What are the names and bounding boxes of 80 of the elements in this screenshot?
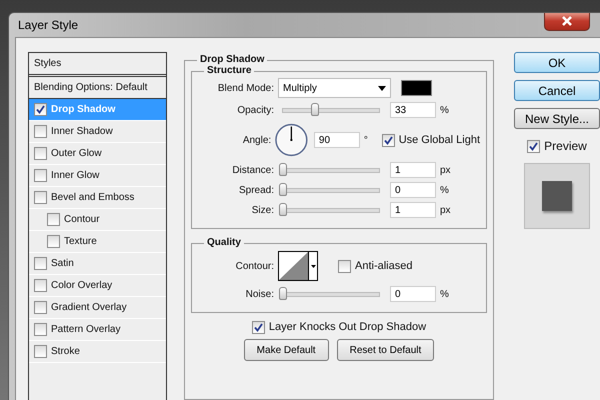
slider-thumb[interactable] xyxy=(310,103,319,116)
checkbox[interactable] xyxy=(34,147,47,160)
blend-mode-select[interactable]: Multiply xyxy=(278,78,391,98)
value-field[interactable]: 1 xyxy=(390,162,436,178)
style-item[interactable]: Pattern Overlay xyxy=(29,319,166,341)
value-field[interactable]: 0 xyxy=(390,182,436,198)
checkbox[interactable] xyxy=(382,134,395,146)
close-icon xyxy=(561,16,573,26)
field-label: Opacity: xyxy=(236,104,274,116)
angle-dial[interactable] xyxy=(275,123,308,157)
style-item[interactable]: Bevel and Emboss xyxy=(29,187,166,209)
checkbox[interactable] xyxy=(34,169,47,182)
unit-label: % xyxy=(440,184,449,196)
checkbox[interactable] xyxy=(34,103,47,116)
slider-thumb[interactable] xyxy=(279,183,287,196)
group-title: Quality xyxy=(204,237,244,248)
dialog-button[interactable]: Cancel xyxy=(514,80,600,101)
section-title: Drop Shadow xyxy=(197,54,268,65)
checkbox[interactable] xyxy=(34,301,47,314)
unit-label: % xyxy=(440,104,449,116)
value-field[interactable]: 33 xyxy=(390,102,436,118)
style-item[interactable]: Gradient Overlay xyxy=(29,297,166,319)
checkbox[interactable] xyxy=(34,279,47,292)
style-item[interactable]: Texture xyxy=(29,231,166,253)
styles-header: Styles xyxy=(34,58,62,69)
checkbox[interactable] xyxy=(34,257,47,270)
style-item[interactable]: Color Overlay xyxy=(29,275,166,297)
field-label: Blend Mode: xyxy=(216,82,274,94)
slider-track[interactable] xyxy=(279,183,383,197)
slider-track[interactable] xyxy=(279,163,383,177)
slider-track[interactable] xyxy=(279,287,383,301)
checkbox[interactable] xyxy=(47,235,60,248)
value-field[interactable]: 1 xyxy=(390,202,436,218)
unit-label: ° xyxy=(364,134,368,146)
slider-track[interactable] xyxy=(279,203,383,217)
value-field[interactable]: 0 xyxy=(390,286,436,302)
style-item[interactable]: Contour xyxy=(29,209,166,231)
slider-thumb[interactable] xyxy=(279,287,287,300)
field-label: Noise: xyxy=(244,288,274,300)
preview-square xyxy=(542,181,572,211)
group-title: Structure xyxy=(204,65,254,76)
dialog-button[interactable]: New Style... xyxy=(514,108,600,129)
style-item[interactable]: Stroke xyxy=(29,341,166,363)
value-field[interactable]: 90 xyxy=(314,132,360,148)
checkbox[interactable] xyxy=(34,191,47,204)
slider-thumb[interactable] xyxy=(279,203,287,216)
slider-thumb[interactable] xyxy=(279,163,287,176)
field-label: Spread: xyxy=(238,184,274,196)
style-item[interactable]: Outer Glow xyxy=(29,143,166,165)
checkbox[interactable] xyxy=(47,213,60,226)
checkbox-label: Use Global Light xyxy=(398,134,480,146)
checkbox-label: Preview xyxy=(544,139,587,153)
color-swatch[interactable] xyxy=(401,80,432,96)
field-label: Distance: xyxy=(231,164,274,176)
checkbox[interactable] xyxy=(338,260,351,272)
dialog-button[interactable]: Reset to Default xyxy=(336,339,434,361)
field-label: Angle: xyxy=(242,134,272,146)
style-item[interactable]: Satin xyxy=(29,253,166,275)
checkbox[interactable] xyxy=(34,345,47,358)
checkbox-label: Layer Knocks Out Drop Shadow xyxy=(268,321,426,333)
checkbox[interactable] xyxy=(34,125,47,138)
contour-picker[interactable] xyxy=(278,251,318,281)
dialog-button[interactable]: OK xyxy=(514,52,600,73)
window-title: Layer Style xyxy=(18,18,78,32)
caret-icon xyxy=(378,86,386,90)
style-item[interactable]: Inner Shadow xyxy=(29,121,166,143)
style-item[interactable]: Inner Glow xyxy=(29,165,166,187)
field-label: Contour: xyxy=(234,260,274,272)
slider-track[interactable] xyxy=(279,103,383,117)
checkbox-label: Anti-aliased xyxy=(355,260,412,272)
checkbox[interactable] xyxy=(527,140,540,152)
checkbox[interactable] xyxy=(252,320,265,334)
field-label: Size: xyxy=(250,204,274,216)
unit-label: % xyxy=(440,288,449,300)
dialog-button[interactable]: Make Default xyxy=(244,339,329,361)
unit-label: px xyxy=(440,204,451,216)
close-button[interactable] xyxy=(544,13,590,31)
checkbox[interactable] xyxy=(34,323,47,336)
caret-icon xyxy=(310,264,316,268)
unit-label: px xyxy=(440,164,451,176)
